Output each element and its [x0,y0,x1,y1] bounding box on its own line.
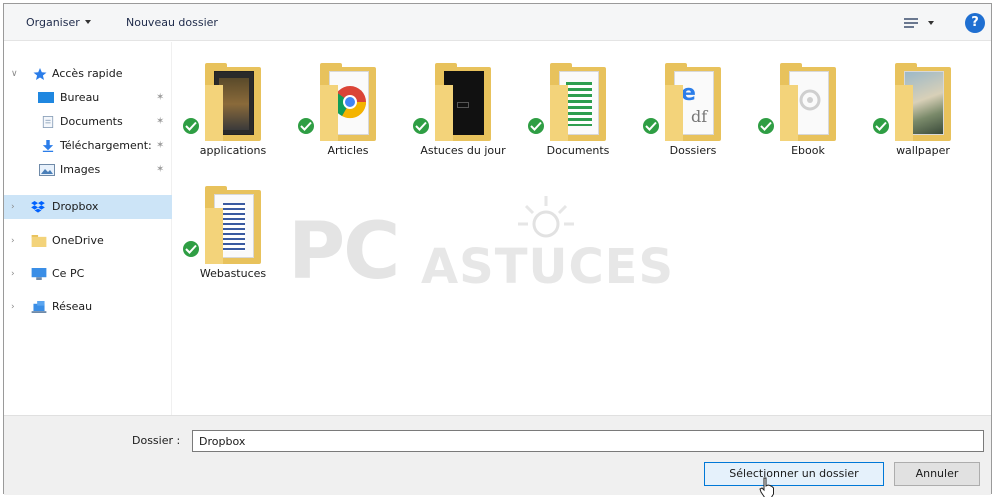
sun-logo-icon [518,196,574,238]
watermark-pc: PC [288,207,400,297]
view-options-button[interactable] [904,15,940,31]
folder-icon [780,63,836,143]
select-folder-button[interactable]: Sélectionner un dossier [704,462,884,486]
chevron-right-icon[interactable]: › [11,262,21,286]
pc-astuces-watermark: PC ASTUCES [288,196,848,317]
nav-label: Téléchargement: [60,139,152,152]
folder-icon: e df [665,63,721,143]
pin-icon[interactable]: ✶ [156,158,164,182]
documents-icon [42,116,54,128]
folder-tile-documents[interactable]: Documents [523,56,633,171]
nav-label: Bureau [60,91,100,104]
new-folder-button[interactable]: Nouveau dossier [122,13,222,33]
dialog-footer: Dossier : Sélectionner un dossier Annule… [4,415,991,497]
chevron-down-icon [928,21,934,25]
folder-name: Webastuces [199,267,267,280]
folder-picker-dialog: Organiser Nouveau dossier ? ∨ Accès rapi… [3,3,992,497]
nav-item-images[interactable]: Images ✶ [4,158,172,182]
nav-item-onedrive[interactable]: › OneDrive [4,229,172,253]
nav-label: Accès rapide [52,67,123,80]
images-icon [39,164,55,176]
sync-status-icon [871,116,891,136]
folder-tile-articles[interactable]: Articles [293,56,403,171]
chevron-right-icon[interactable]: › [11,229,21,253]
organise-label: Organiser [26,16,80,29]
pin-icon[interactable]: ✶ [156,110,164,134]
nav-item-quick-access[interactable]: ∨ Accès rapide [4,62,172,86]
folder-tile-astuces-du-jour[interactable]: Astuces du jour [408,56,518,171]
desktop-icon [38,92,54,103]
toolbar: Organiser Nouveau dossier ? [4,4,991,41]
folder-icon [435,63,491,143]
folder-tile-dossiers[interactable]: e df Dossiers [638,56,748,171]
mouse-cursor-icon [759,477,774,497]
cancel-button[interactable]: Annuler [894,462,980,486]
dropbox-icon [31,201,45,213]
folder-name: Dossiers [669,144,717,157]
nav-label: Images [60,163,101,176]
chevron-down-icon [84,20,91,24]
chevron-down-icon[interactable]: ∨ [11,62,21,86]
folder-name: wallpaper [896,144,950,157]
nav-item-this-pc[interactable]: › Ce PC [4,262,172,286]
help-button[interactable]: ? [965,13,985,33]
sync-status-icon [181,239,201,259]
folder-tile-webastuces[interactable]: Webastuces [178,179,288,294]
folder-name: Ebook [791,144,825,157]
download-icon [42,140,54,152]
folder-icon [31,235,47,247]
nav-label: Ce PC [52,267,85,280]
chevron-right-icon[interactable]: › [11,295,21,319]
network-icon [31,301,47,313]
folder-tile-ebook[interactable]: Ebook [753,56,863,171]
computer-icon [31,268,47,280]
sync-status-icon [526,116,546,136]
watermark-astuces: ASTUCES [421,239,675,295]
pin-icon[interactable]: ✶ [156,86,164,110]
folder-icon [205,63,261,143]
help-icon: ? [971,15,979,30]
folder-icon [895,63,951,143]
nav-item-downloads[interactable]: Téléchargement: ✶ [4,134,172,158]
nav-item-network[interactable]: › Réseau [4,295,172,319]
sync-status-icon [181,116,201,136]
folder-name: Astuces du jour [420,144,506,157]
nav-label: Dropbox [52,200,99,213]
folder-field-label: Dossier : [132,434,181,447]
folder-icon [205,186,261,266]
star-icon [33,68,47,80]
folder-name: applications [199,144,267,157]
sync-status-icon [641,116,661,136]
new-folder-label: Nouveau dossier [126,16,218,29]
chevron-right-icon[interactable]: › [11,195,21,219]
folder-content-view[interactable]: PC ASTUCES applications Articles Astuces… [173,42,991,415]
folder-tile-applications[interactable]: applications [178,56,288,171]
folder-icon [550,63,606,143]
svg-text:e: e [681,81,696,106]
svg-text:df: df [691,107,708,126]
folder-name: Articles [327,144,369,157]
nav-item-dropbox[interactable]: › Dropbox [4,195,172,219]
folder-icon [320,63,376,143]
view-list-icon [904,18,918,28]
folder-name-input[interactable] [192,430,984,452]
navigation-pane[interactable]: ∨ Accès rapide Bureau ✶ Documents ✶ Télé… [4,42,172,415]
sync-status-icon [411,116,431,136]
nav-label: OneDrive [52,234,104,247]
sync-status-icon [756,116,776,136]
sync-status-icon [296,116,316,136]
pin-icon[interactable]: ✶ [156,134,164,158]
nav-label: Réseau [52,300,93,313]
nav-label: Documents [60,115,123,128]
nav-item-desktop[interactable]: Bureau ✶ [4,86,172,110]
organise-menu-button[interactable]: Organiser [22,13,95,33]
folder-name: Documents [546,144,610,157]
folder-tile-wallpaper[interactable]: wallpaper [868,56,978,171]
nav-item-documents[interactable]: Documents ✶ [4,110,172,134]
